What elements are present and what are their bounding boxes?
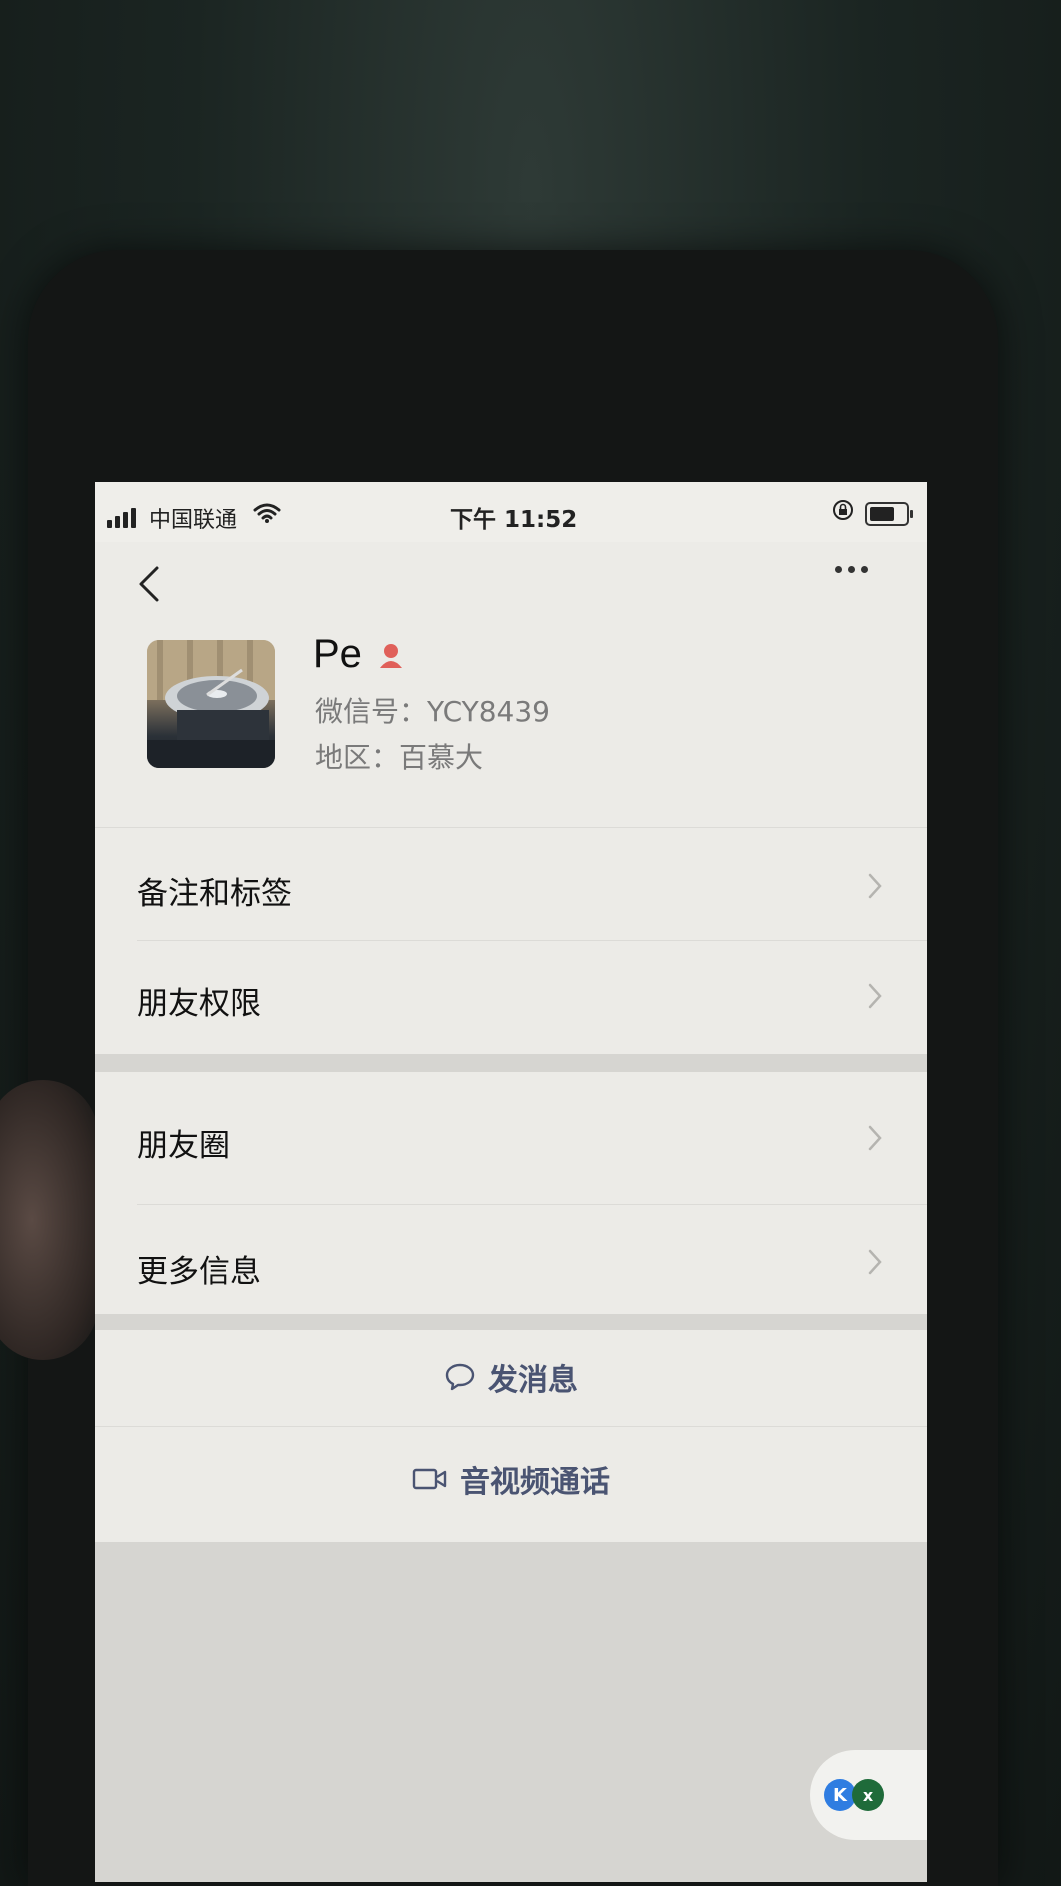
section-gap bbox=[95, 1314, 927, 1330]
phone-screen: 中国联通 下午 11:52 Pe 微信号：YCY8439 地区：百慕大 备注和标… bbox=[95, 482, 927, 1882]
video-camera-icon bbox=[412, 1468, 447, 1490]
list-item-friend-permissions[interactable]: 朋友权限 bbox=[95, 942, 927, 1050]
female-icon bbox=[380, 644, 402, 668]
section-gap bbox=[95, 1054, 927, 1072]
list-item-label: 朋友圈 bbox=[137, 1128, 230, 1164]
chevron-left-icon[interactable] bbox=[135, 562, 161, 606]
wifi-icon bbox=[253, 503, 281, 523]
video-call-label: 音视频通话 bbox=[460, 1465, 610, 1500]
chevron-right-icon bbox=[868, 873, 882, 899]
status-bar: 中国联通 下午 11:52 bbox=[95, 482, 927, 542]
region: 地区：百慕大 bbox=[315, 741, 484, 774]
item-divider bbox=[137, 1204, 927, 1205]
status-time: 下午 11:52 bbox=[450, 507, 578, 533]
rotation-lock-icon bbox=[833, 500, 853, 520]
list-item-remark-tags[interactable]: 备注和标签 bbox=[95, 832, 927, 940]
more-dots-icon[interactable] bbox=[835, 566, 868, 573]
battery-icon bbox=[865, 502, 913, 526]
chevron-right-icon bbox=[868, 1249, 882, 1275]
turntable-photo bbox=[147, 640, 275, 768]
send-message-button[interactable]: 发消息 bbox=[95, 1332, 927, 1422]
send-message-label: 发消息 bbox=[488, 1363, 578, 1398]
list-item-label: 朋友权限 bbox=[137, 986, 261, 1022]
profile-divider bbox=[95, 827, 927, 828]
list-item-label: 更多信息 bbox=[137, 1254, 261, 1290]
video-call-button[interactable]: 音视频通话 bbox=[95, 1434, 927, 1524]
action-divider bbox=[95, 1426, 927, 1427]
carrier-name: 中国联通 bbox=[149, 508, 238, 533]
close-icon[interactable]: x bbox=[852, 1779, 884, 1811]
finger-thumb bbox=[0, 1080, 98, 1360]
profile-name: Pe bbox=[313, 632, 362, 676]
floating-widget[interactable]: K x bbox=[810, 1750, 927, 1840]
avatar[interactable] bbox=[147, 640, 275, 768]
chevron-right-icon bbox=[868, 983, 882, 1009]
list-item-moments[interactable]: 朋友圈 bbox=[95, 1076, 927, 1202]
list-item-more-info[interactable]: 更多信息 bbox=[95, 1206, 927, 1312]
empty-background-area bbox=[95, 1542, 927, 1882]
chat-bubble-icon bbox=[445, 1363, 475, 1391]
wechat-id: 微信号：YCY8439 bbox=[315, 695, 550, 728]
item-divider bbox=[137, 940, 927, 941]
chevron-right-icon bbox=[868, 1125, 882, 1151]
list-item-label: 备注和标签 bbox=[137, 876, 292, 912]
signal-icon bbox=[107, 508, 136, 528]
